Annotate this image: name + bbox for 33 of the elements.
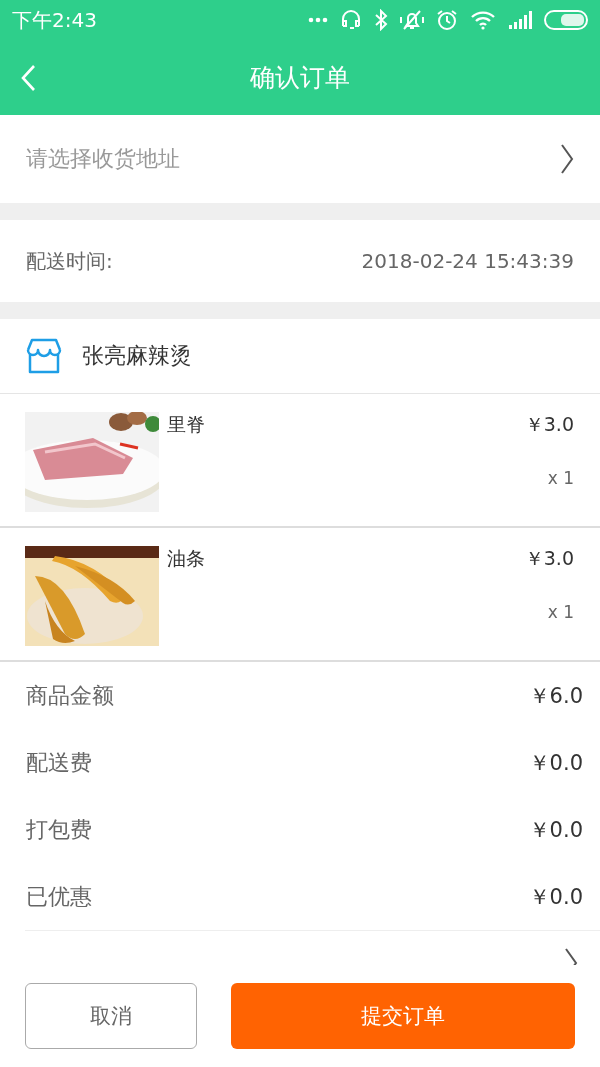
battery-icon (544, 10, 588, 30)
chevron-right-icon (560, 143, 574, 175)
address-placeholder: 请选择收货地址 (26, 145, 180, 173)
bluetooth-icon (374, 9, 388, 31)
more-dots-icon (308, 17, 328, 23)
headset-icon (340, 9, 362, 31)
shop-icon (24, 338, 64, 374)
signal-icon (508, 11, 532, 29)
summary-label: 打包费 (26, 815, 92, 844)
summary-value: ￥6.0 (528, 682, 583, 710)
back-icon[interactable] (20, 64, 36, 92)
delivery-time-value: 2018-02-24 15:43:39 (361, 249, 574, 273)
item-price: ￥3.0 (524, 546, 574, 571)
page-title: 确认订单 (250, 62, 350, 94)
item-quantity: x 1 (547, 602, 574, 622)
summary-value: ￥0.0 (528, 749, 583, 777)
submit-button[interactable]: 提交订单 (231, 983, 575, 1049)
item-name: 里脊 (167, 412, 205, 437)
delivery-time-label: 配送时间: (26, 247, 113, 275)
cancel-button[interactable]: 取消 (25, 983, 197, 1049)
item-price: ￥3.0 (524, 412, 574, 437)
summary-label: 配送费 (26, 748, 92, 777)
summary-value: ￥0.0 (528, 816, 583, 844)
status-time: 下午2:43 (12, 6, 97, 34)
shop-name: 张亮麻辣烫 (82, 342, 192, 370)
muted-bell-icon (400, 9, 424, 31)
summary-label: 已优惠 (26, 882, 92, 911)
wifi-icon (470, 10, 496, 30)
item-name: 油条 (167, 546, 205, 571)
summary-label: 商品金额 (26, 681, 114, 710)
alarm-clock-icon (436, 9, 458, 31)
summary-value: ￥0.0 (528, 883, 583, 911)
item-quantity: x 1 (547, 468, 574, 488)
